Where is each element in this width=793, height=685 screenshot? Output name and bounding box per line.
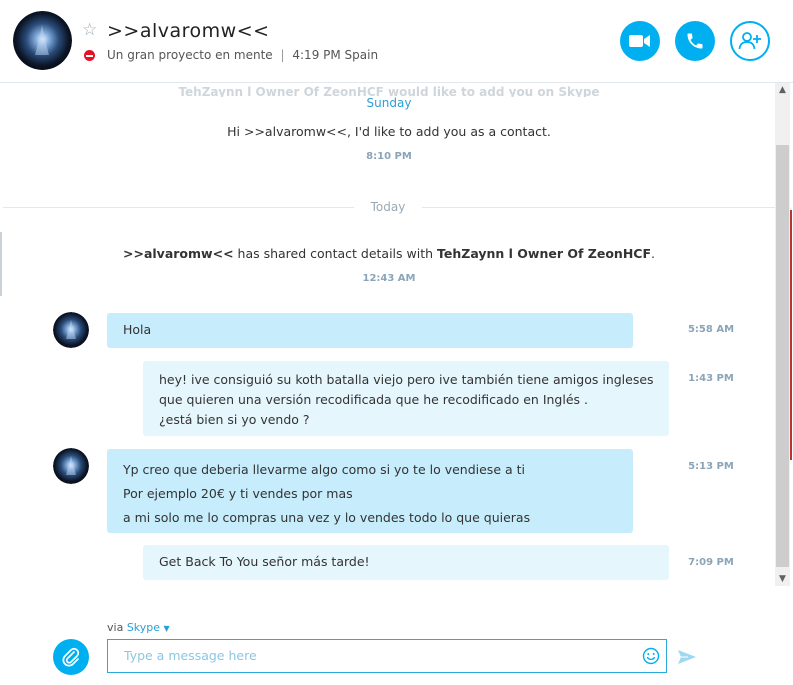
busy-status-icon <box>84 50 95 61</box>
shared-contact-time: 12:43 AM <box>362 273 416 284</box>
window-edge <box>790 210 792 460</box>
message-bubble[interactable]: Hola <box>107 313 633 348</box>
vertical-scrollbar[interactable]: ▲ ▼ <box>775 83 790 586</box>
day-label-today: Today <box>354 200 422 214</box>
send-icon[interactable] <box>678 650 696 664</box>
message-time: 7:09 PM <box>688 557 734 568</box>
message-text: que quieren una versión recodificada que… <box>159 392 588 407</box>
sender-avatar[interactable] <box>53 312 89 348</box>
via-service-selector[interactable]: via Skype ▼ <box>107 621 170 634</box>
contact-request-message: Hi >>alvaromw<<, I'd like to add you as … <box>227 124 551 139</box>
attach-icon <box>62 647 80 667</box>
audio-call-button[interactable] <box>675 21 715 61</box>
scroll-up-icon[interactable]: ▲ <box>775 83 790 97</box>
chevron-down-icon[interactable]: ▼ <box>164 624 170 633</box>
add-people-button[interactable] <box>730 21 770 61</box>
message-input[interactable] <box>122 647 626 664</box>
message-bubble[interactable]: Get Back To You señor más tarde! <box>143 545 669 580</box>
message-input-box[interactable] <box>107 639 667 673</box>
star-icon[interactable]: ☆ <box>82 22 97 39</box>
left-edge-marker <box>0 232 2 296</box>
message-text: Yp creo que deberia llevarme algo como s… <box>123 462 525 477</box>
message-time: 5:13 PM <box>688 461 734 472</box>
separator: | <box>280 48 285 62</box>
message-bubble[interactable]: hey! ive consiguió su koth batalla viejo… <box>143 361 669 436</box>
shared-contact-notice: >>alvaromw<< has shared contact details … <box>3 246 775 261</box>
message-time: 5:58 AM <box>687 324 735 335</box>
contact-avatar[interactable] <box>13 11 72 70</box>
via-label: via <box>107 621 124 634</box>
shared-middle-text: has shared contact details with <box>233 246 438 261</box>
sender-avatar[interactable] <box>53 448 89 484</box>
service-name[interactable]: Skype <box>127 621 160 634</box>
emoji-icon[interactable] <box>642 647 660 665</box>
local-time: 4:19 PM Spain <box>292 48 379 62</box>
contact-request-time: 8:10 PM <box>366 151 412 162</box>
scrollbar-thumb[interactable] <box>776 145 789 567</box>
shared-end: . <box>651 246 655 261</box>
compose-area: via Skype ▼ <box>0 586 793 685</box>
day-label-sunday: Sunday <box>366 96 412 110</box>
message-text: Por ejemplo 20€ y ti vendes por mas <box>123 486 353 501</box>
contact-name[interactable]: >>alvaromw<< <box>107 20 270 42</box>
contact-mood-and-time: Un gran proyecto en mente | 4:19 PM Spai… <box>107 48 378 62</box>
shared-sender[interactable]: >>alvaromw<< <box>123 246 234 261</box>
mood-message: Un gran proyecto en mente <box>107 48 273 62</box>
attach-button[interactable] <box>53 639 89 675</box>
add-contact-icon <box>738 32 761 50</box>
message-text: ¿está bien si yo vendo ? <box>159 412 310 427</box>
conversation-header: ☆ >>alvaromw<< Un gran proyecto en mente… <box>0 0 793 83</box>
message-text: Get Back To You señor más tarde! <box>159 554 370 569</box>
message-text: a mi solo me lo compras una vez y lo ven… <box>123 510 531 525</box>
message-history[interactable]: TehZaynn l Owner Of ZeonHCF would like t… <box>3 83 775 586</box>
message-time: 1:43 PM <box>688 373 734 384</box>
video-call-button[interactable] <box>620 21 660 61</box>
message-text: Hola <box>123 322 152 337</box>
video-call-icon <box>629 35 650 47</box>
message-text: hey! ive consiguió su koth batalla viejo… <box>159 372 654 387</box>
scroll-down-icon[interactable]: ▼ <box>775 572 790 586</box>
message-bubble[interactable]: Yp creo que deberia llevarme algo como s… <box>107 449 633 533</box>
phone-icon <box>687 33 703 49</box>
shared-target[interactable]: TehZaynn l Owner Of ZeonHCF <box>437 246 651 261</box>
